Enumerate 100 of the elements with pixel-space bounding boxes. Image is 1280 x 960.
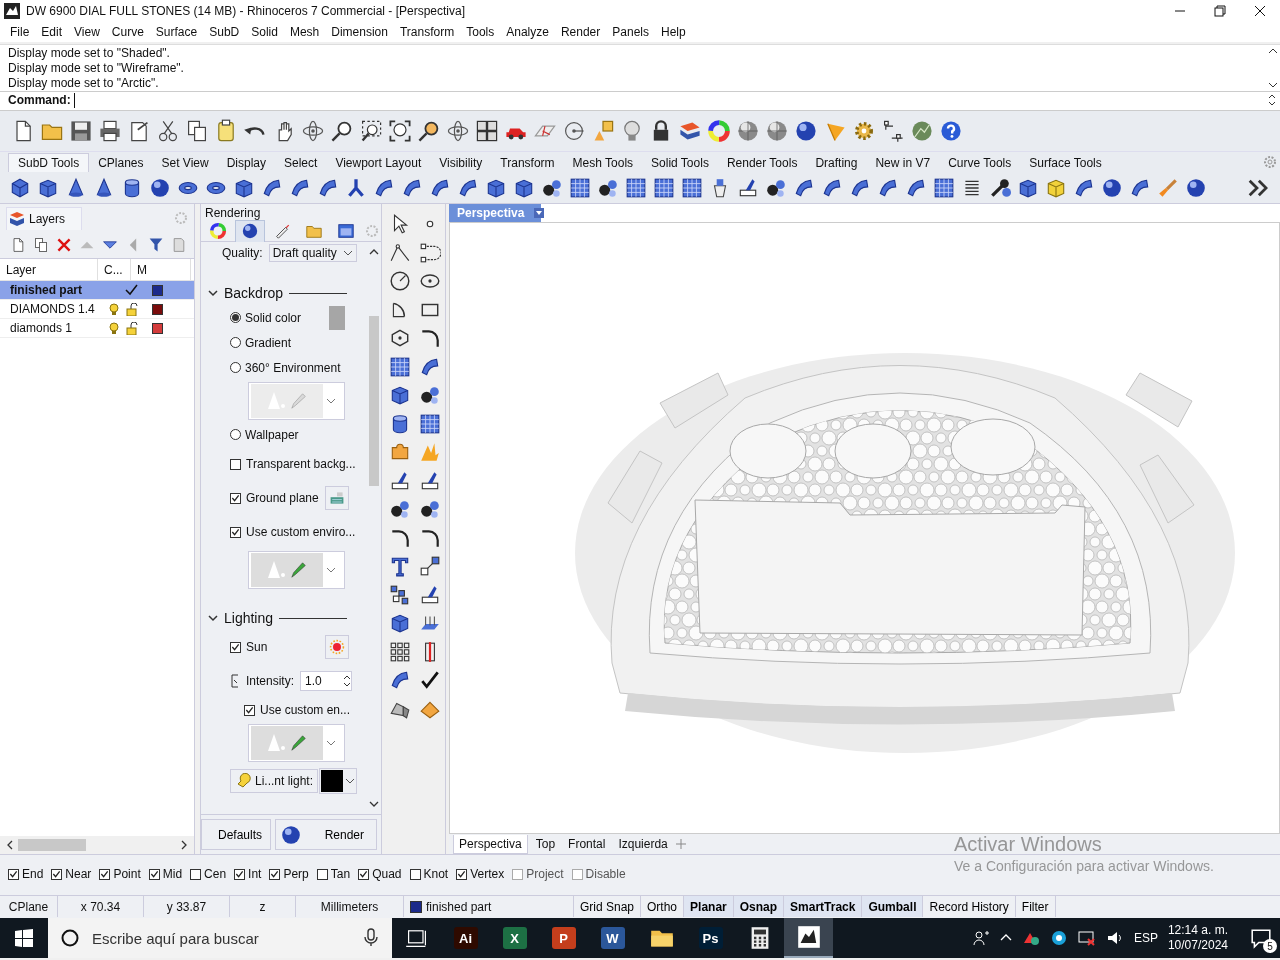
chevron-down-icon[interactable] (208, 289, 218, 297)
notifications-icon[interactable] (1250, 927, 1272, 949)
toolbar-tab[interactable]: New in V7 (866, 154, 940, 172)
people-icon[interactable] (971, 929, 990, 947)
mesh-grid-icon[interactable] (419, 412, 441, 435)
scrollbar-thumb[interactable] (18, 839, 86, 851)
radio-button[interactable] (230, 429, 241, 440)
current-layer[interactable]: finished part (426, 899, 492, 914)
menu-item[interactable]: Help (659, 25, 692, 39)
scroll-up-icon[interactable] (1268, 47, 1278, 55)
checkmark-icon[interactable] (419, 669, 441, 692)
toolbar-tab[interactable]: Select (275, 154, 327, 172)
menu-item[interactable]: Surface (153, 25, 204, 39)
caret-icon[interactable] (345, 777, 356, 785)
scroll-right-icon[interactable] (180, 840, 188, 850)
link-icon[interactable] (230, 674, 240, 688)
rotate-view-icon[interactable] (301, 119, 325, 143)
panel-tab[interactable] (235, 219, 265, 242)
box-icon[interactable] (389, 612, 411, 635)
radio-button[interactable] (230, 312, 241, 323)
checkbox[interactable] (269, 868, 281, 880)
padlock-icon[interactable] (126, 321, 138, 335)
spin-arrows-icon[interactable] (343, 675, 352, 687)
close-icon[interactable] (1254, 5, 1266, 17)
circle-target-icon[interactable] (562, 119, 586, 143)
layer-row[interactable]: DIAMONDS 1.4 (0, 300, 194, 319)
layer-color-swatch[interactable] (152, 322, 163, 334)
toolbar-tab[interactable]: Display (217, 154, 275, 172)
menu-item[interactable]: Curve (109, 25, 150, 39)
security-icon[interactable] (1049, 929, 1068, 947)
viewport-tab[interactable]: Frontal (563, 835, 611, 853)
extrude-icon[interactable] (737, 176, 759, 199)
toolbar-tab[interactable]: Transform (491, 154, 564, 172)
branch-icon[interactable] (345, 176, 367, 199)
control-curve-icon[interactable] (419, 241, 441, 264)
sphere-cluster-icon[interactable] (419, 384, 441, 407)
polyline-icon[interactable] (389, 241, 411, 264)
restore-icon[interactable] (1214, 5, 1226, 17)
dropdown-icon[interactable] (534, 208, 545, 218)
mesh-grid-icon[interactable] (625, 176, 647, 199)
extrude-icon[interactable] (419, 469, 441, 492)
mesh-grid-icon[interactable] (389, 355, 411, 378)
light-bulb-icon[interactable] (108, 302, 120, 316)
copy-icon[interactable] (33, 237, 49, 253)
color-picker[interactable] (319, 768, 358, 794)
gear-icon[interactable] (852, 119, 876, 143)
toolbar-tab[interactable]: Curve Tools (939, 154, 1021, 172)
menu-item[interactable]: Panels (610, 25, 655, 39)
toolbar-tab[interactable]: Solid Tools (642, 154, 718, 172)
scrollbar-thumb[interactable] (369, 316, 379, 486)
sphere-icon[interactable] (1185, 176, 1207, 199)
array-icon[interactable] (389, 583, 411, 606)
toolbar-tab[interactable]: Drafting (806, 154, 867, 172)
toolbar-tab[interactable]: Render Tools (717, 154, 807, 172)
checkbox[interactable] (99, 868, 111, 880)
search-field[interactable]: Escribe aquí para buscar (90, 928, 352, 948)
checkbox[interactable] (230, 526, 241, 538)
sun-icon[interactable] (329, 639, 345, 655)
layer-color-swatch[interactable] (152, 284, 163, 296)
extrude-icon[interactable] (419, 583, 441, 606)
toolbar-tab[interactable]: Visibility (430, 154, 492, 172)
checkbox[interactable] (244, 704, 255, 716)
menu-item[interactable]: File (8, 25, 36, 39)
language-indicator[interactable]: ESP (1133, 931, 1158, 945)
radio-button[interactable] (230, 337, 241, 348)
scroll-left-icon[interactable] (6, 840, 14, 850)
toolbar-tab[interactable]: Surface Tools (1020, 154, 1111, 172)
taskbar-app[interactable]: Ps (698, 927, 723, 949)
dot-grid-icon[interactable] (389, 640, 411, 663)
zoom-extents-icon[interactable] (388, 119, 412, 143)
circle-icon[interactable] (389, 270, 411, 293)
viewport-tab[interactable]: Izquierda (613, 835, 673, 853)
light-button[interactable]: Li...nt light: (230, 769, 319, 793)
checkbox[interactable] (190, 868, 202, 880)
help-icon[interactable] (939, 119, 963, 143)
printer-icon[interactable] (98, 119, 122, 143)
microphone-icon[interactable] (362, 928, 380, 948)
menu-item[interactable]: Edit (39, 25, 69, 39)
taskbar-app[interactable]: W (600, 927, 625, 949)
caret-icon[interactable] (326, 566, 336, 574)
menu-item[interactable]: Solid (249, 25, 284, 39)
sphere-icon[interactable] (794, 119, 818, 143)
viewport-tab[interactable]: Perspectiva (453, 834, 528, 854)
checkbox[interactable] (148, 868, 160, 880)
checkbox[interactable] (230, 641, 241, 653)
render-button[interactable]: Render (275, 819, 377, 850)
sphere-icon[interactable] (1101, 176, 1123, 199)
menu-item[interactable]: Tools (464, 25, 501, 39)
menu-item[interactable]: SubD (207, 25, 246, 39)
zoom-selected-icon[interactable] (417, 119, 441, 143)
checkbox[interactable] (409, 868, 421, 880)
fillet-curve-icon[interactable] (419, 327, 441, 350)
layer-row[interactable]: finished part (0, 281, 194, 300)
dimension-icon[interactable] (881, 119, 905, 143)
scroll-down-icon[interactable] (1268, 81, 1278, 89)
rotate-view-icon[interactable] (446, 119, 470, 143)
viewport-tab[interactable]: Top (530, 835, 561, 853)
menu-item[interactable]: Analyze (504, 25, 555, 39)
scissors-icon[interactable] (156, 119, 180, 143)
menu-item[interactable]: View (72, 25, 106, 39)
